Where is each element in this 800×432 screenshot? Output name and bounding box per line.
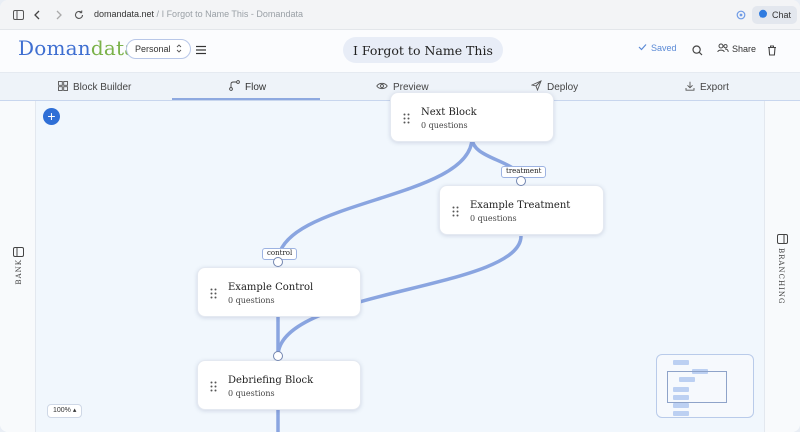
tab-export[interactable]: Export (685, 73, 729, 101)
grid-icon (58, 80, 68, 94)
chat-label: Chat (772, 10, 792, 20)
bank-panel[interactable]: BANK (0, 101, 36, 432)
bank-label: BANK (15, 259, 23, 285)
flow-canvas[interactable] (36, 101, 764, 432)
flow-node-example-treatment[interactable]: Example Treatment 0 questions (439, 185, 604, 235)
node-title: Example Control (228, 282, 314, 293)
chevron-updown-icon (176, 43, 182, 55)
eye-icon (376, 82, 388, 93)
node-title: Example Treatment (470, 200, 571, 211)
browser-toolbar: domandata.net / I Forgot to Name This - … (0, 0, 800, 30)
hamburger-menu-icon[interactable] (195, 42, 207, 60)
share-button[interactable]: Share (717, 43, 756, 55)
node-title: Debriefing Block (228, 375, 314, 386)
document-title[interactable]: I Forgot to Name This (343, 37, 503, 63)
node-input-handle[interactable] (516, 176, 526, 186)
sidebar-toggle-icon[interactable] (10, 7, 26, 23)
minimap-node (673, 411, 689, 416)
drag-handle-icon[interactable] (210, 379, 217, 397)
logo-text-primary: Doman (18, 36, 91, 60)
node-input-handle[interactable] (273, 257, 283, 267)
minimap-viewport[interactable] (667, 371, 727, 403)
chat-button[interactable]: Chat (752, 6, 798, 24)
tab-label: Block Builder (73, 81, 132, 93)
node-input-handle[interactable] (273, 351, 283, 361)
node-question-count: 0 questions (421, 121, 468, 130)
extension-icon[interactable] (733, 7, 749, 23)
logo[interactable]: Domandata (18, 36, 136, 60)
chat-bubble-icon (758, 9, 768, 21)
node-question-count: 0 questions (470, 214, 517, 223)
tab-flow[interactable]: Flow (229, 73, 266, 101)
node-question-count: 0 questions (228, 389, 275, 398)
app-window: domandata.net / I Forgot to Name This - … (0, 0, 800, 432)
minimap-node (673, 403, 689, 408)
branching-panel[interactable]: BRANCHING (764, 101, 800, 432)
check-icon (638, 43, 647, 53)
trash-icon[interactable] (767, 43, 777, 61)
flow-node-debriefing-block[interactable]: Debriefing Block 0 questions (197, 360, 361, 410)
share-label: Share (732, 44, 757, 54)
saved-label: Saved (651, 43, 677, 53)
reload-icon[interactable] (71, 7, 87, 23)
address-bar[interactable]: domandata.net / I Forgot to Name This - … (94, 9, 303, 19)
download-icon (685, 81, 695, 94)
url-domain: domandata.net (94, 9, 155, 19)
url-page-title: I Forgot to Name This - Domandata (161, 9, 303, 19)
node-question-count: 0 questions (228, 296, 275, 305)
flow-node-next-block[interactable]: Next Block 0 questions (390, 92, 554, 142)
active-tab-indicator (172, 98, 320, 100)
workspace-selector[interactable]: Personal (126, 39, 191, 59)
app-header: Domandata Personal I Forgot to Name This… (0, 30, 800, 73)
flow-icon (229, 80, 240, 94)
drag-handle-icon[interactable] (403, 111, 410, 129)
tab-label: Flow (245, 81, 267, 93)
saved-status: Saved (638, 43, 677, 53)
back-icon[interactable] (29, 7, 45, 23)
users-icon (717, 43, 729, 55)
tab-label: Export (700, 81, 729, 93)
flow-node-example-control[interactable]: Example Control 0 questions (197, 267, 361, 317)
add-block-button[interactable]: + (43, 108, 60, 125)
panel-toggle-icon[interactable] (777, 231, 788, 249)
workspace-label: Personal (135, 44, 171, 54)
search-icon[interactable] (692, 43, 703, 61)
node-title: Next Block (421, 107, 477, 118)
forward-icon[interactable] (51, 7, 67, 23)
url-separator: / (154, 9, 162, 19)
tab-block-builder[interactable]: Block Builder (58, 73, 131, 101)
drag-handle-icon[interactable] (210, 286, 217, 304)
tab-label: Preview (393, 81, 429, 93)
minimap[interactable] (656, 354, 754, 418)
zoom-control[interactable]: 100% ▴ (47, 404, 83, 418)
branching-label: BRANCHING (777, 248, 785, 305)
minimap-node (673, 360, 689, 365)
plus-icon: + (47, 108, 56, 124)
tab-label: Deploy (547, 81, 579, 93)
drag-handle-icon[interactable] (452, 204, 459, 222)
